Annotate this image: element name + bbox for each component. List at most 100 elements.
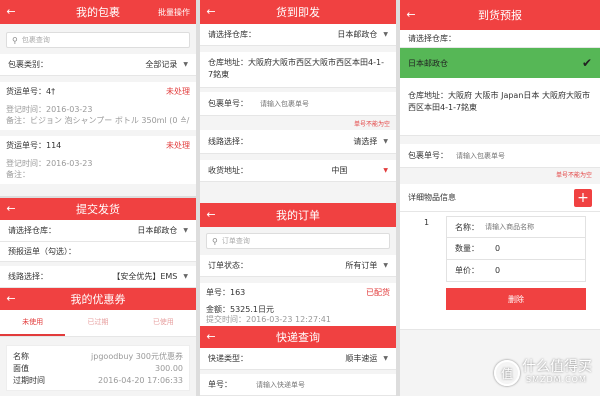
dropdown-arrow-icon: ▼ <box>383 355 388 362</box>
batch-action-button[interactable]: 批量操作 <box>158 7 190 18</box>
receive-address-label: 收货地址： <box>208 166 248 175</box>
warehouse-label: 请选择仓库： <box>8 226 56 235</box>
arrival-forecast-panel: ← 到货预报 请选择仓库： 日本邮政仓 ✔ 仓库地址：大阪府 大阪市 Japan… <box>400 0 600 396</box>
package-item[interactable]: 货运单号：4† 未处理 登记时间：2016-03-23 备注：ビジョン 泡シャン… <box>0 82 196 130</box>
package-number-field[interactable]: 包裹单号： <box>200 92 396 116</box>
warehouse-value: 日本邮政仓 <box>337 30 378 39</box>
coupon-expiry: 2016-04-20 17:06:33 <box>98 375 183 385</box>
receive-address-value: 中国 <box>331 166 348 175</box>
order-search-input[interactable]: ⚲ 订单查询 <box>206 233 390 249</box>
back-arrow-icon[interactable]: ← <box>5 202 17 215</box>
order-status-select[interactable]: 订单状态： 所有订单 ▼ <box>200 255 396 277</box>
category-label: 包裹类别： <box>8 60 48 69</box>
item-card: 1 名称： 数量： 0 单价： 0 删除 <box>400 212 600 330</box>
tab-used[interactable]: 已使用 <box>131 310 196 336</box>
coupon-name: jpgoodbuy 300元优惠券 <box>91 351 183 361</box>
package-note: 备注：ビジョン 泡シャンプー ボトル 350ml (0 ≙/ι... <box>6 116 190 125</box>
route-value: 【安全优先】EMS <box>112 272 178 281</box>
item-price-field[interactable]: 单价： 0 <box>446 260 586 282</box>
route-label: 线路选择： <box>8 272 48 281</box>
back-arrow-icon[interactable]: ← <box>5 5 17 18</box>
route-select[interactable]: 线路选择： 【安全优先】EMS ▼ <box>0 266 196 288</box>
watermark-text: 什么值得买 <box>522 359 592 375</box>
page-title: 提交发货 <box>76 203 120 216</box>
route-label: 线路选择： <box>208 137 248 146</box>
search-icon: ⚲ <box>12 35 18 45</box>
package-number-field[interactable]: 包裹单号： <box>400 144 600 168</box>
search-placeholder: 订单查询 <box>221 237 250 245</box>
coupon-tabs: 未使用 已过期 已使用 <box>0 310 196 337</box>
warehouse-select[interactable]: 请选择仓库： 日本邮政仓 ▼ <box>0 220 196 242</box>
category-select[interactable]: 包裹类别： 全部记录 ▼ <box>0 54 196 76</box>
page-title: 我的订单 <box>276 209 320 222</box>
page-title: 我的优惠券 <box>70 293 126 306</box>
package-search-input[interactable]: ⚲ 包裹查询 <box>6 32 190 48</box>
dropdown-arrow-icon: ▼ <box>383 262 388 269</box>
submit-shipping-panel: ← 提交发货 请选择仓库： 日本邮政仓 ▼ 预报运单（勾选）： 线路选择： 【安… <box>0 198 196 288</box>
item-name-input[interactable] <box>485 223 577 231</box>
item-name-field[interactable]: 名称： <box>446 216 586 238</box>
item-qty-value: 0 <box>495 244 501 253</box>
warehouse-option-selected[interactable]: 日本邮政仓 ✔ <box>400 48 600 78</box>
warehouse-value: 日本邮政仓 <box>137 226 178 235</box>
route-value: 请选择 <box>353 137 378 146</box>
delete-item-button[interactable]: 删除 <box>446 288 586 310</box>
item-index: 1 <box>424 218 430 227</box>
watermark-subtext: SMZDM.COM <box>526 375 587 384</box>
page-title: 我的包裹 <box>76 6 120 19</box>
package-number-input[interactable] <box>456 151 592 160</box>
my-orders-panel: ← 我的订单 ⚲ 订单查询 订单状态： 所有订单 ▼ 单号：163 已配货 金额… <box>200 203 396 328</box>
search-placeholder: 包裹查询 <box>21 36 50 44</box>
register-date: 登记时间：2016-03-23 <box>6 105 93 114</box>
item-qty-label: 数量： <box>455 244 479 253</box>
watermark: 值 什么值得买 SMZDM.COM <box>494 356 594 390</box>
dropdown-arrow-icon: ▼ <box>383 31 388 38</box>
dropdown-arrow-icon: ▼ <box>183 227 188 234</box>
warehouse-address: 仓库地址：大阪府大阪市西区大阪市西区本田4-1-7銘東 <box>200 52 396 88</box>
header: ← 我的订单 <box>200 203 396 227</box>
express-type-select[interactable]: 快递类型： 顺丰速运 ▼ <box>200 348 396 370</box>
detail-title: 详细物品信息 <box>408 193 456 202</box>
package-item[interactable]: 货运单号：114 未处理 登记时间：2016-03-23 备注： <box>0 136 196 184</box>
coupon-expiry-label: 过期时间 <box>13 375 45 385</box>
page-title: 货到即发 <box>276 6 320 19</box>
detail-header: 详细物品信息 + <box>400 184 600 212</box>
back-arrow-icon[interactable]: ← <box>205 330 217 343</box>
package-number-label: 包裹单号： <box>408 151 448 160</box>
tab-unused[interactable]: 未使用 <box>0 310 66 336</box>
tracking-number-input[interactable] <box>256 380 388 389</box>
coupon-name-label: 名称 <box>13 351 29 361</box>
prebook-row[interactable]: 预报运单（勾选）： <box>0 242 196 262</box>
arrival-ship-panel: ← 货到即发 请选择仓库： 日本邮政仓 ▼ 仓库地址：大阪府大阪市西区大阪市西区… <box>200 0 396 203</box>
route-select[interactable]: 线路选择： 请选择 ▼ <box>200 130 396 154</box>
item-qty-field[interactable]: 数量： 0 <box>446 238 586 260</box>
order-status-value: 所有订单 <box>345 261 378 270</box>
warehouse-select[interactable]: 请选择仓库： 日本邮政仓 ▼ <box>200 24 396 46</box>
header: ← 我的包裹 批量操作 <box>0 0 196 24</box>
express-type-label: 快递类型： <box>208 354 248 363</box>
header: ← 我的优惠券 <box>0 288 196 310</box>
header: ← 货到即发 <box>200 0 396 24</box>
package-number-input[interactable] <box>260 99 388 108</box>
order-amount: 金额：5325.1日元 <box>206 305 274 314</box>
receive-address-select[interactable]: 收货地址： 中国 ▼ <box>200 160 396 182</box>
item-name-label: 名称： <box>455 222 479 232</box>
error-message: 单号不能为空 <box>353 121 390 128</box>
back-arrow-icon[interactable]: ← <box>405 8 417 21</box>
back-arrow-icon[interactable]: ← <box>5 292 17 305</box>
add-item-button[interactable]: + <box>574 188 592 207</box>
order-status-label: 订单状态： <box>208 261 248 270</box>
delete-label: 删除 <box>508 294 524 304</box>
coupon-card[interactable]: 名称 jpgoodbuy 300元优惠券 面值 300.00 过期时间 2016… <box>6 345 190 391</box>
dropdown-arrow-icon: ▼ <box>183 61 188 68</box>
tab-expired[interactable]: 已过期 <box>65 310 130 336</box>
order-item[interactable]: 单号：163 已配货 金额：5325.1日元 提交时间：2016-03-23 1… <box>200 283 396 327</box>
page-title: 快递查询 <box>276 331 320 344</box>
coupon-value: 300.00 <box>155 363 183 373</box>
back-arrow-icon[interactable]: ← <box>205 208 217 221</box>
express-type-value: 顺丰速运 <box>345 354 378 363</box>
tracking-number-field[interactable]: 单号： <box>200 374 396 396</box>
my-packages-panel: ← 我的包裹 批量操作 ⚲ 包裹查询 包裹类别： 全部记录 ▼ 货运单号：4† … <box>0 0 196 196</box>
tracking-number-label: 单号： <box>208 380 232 389</box>
back-arrow-icon[interactable]: ← <box>205 5 217 18</box>
